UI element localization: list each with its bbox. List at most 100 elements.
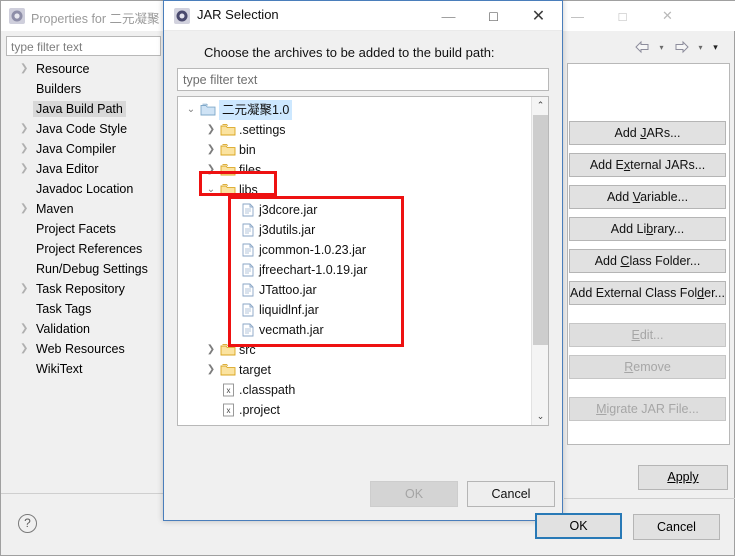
add-external-class-folder-button[interactable]: Add External Class Folder... [569,281,726,305]
sidebar-item-task-repository[interactable]: ❯ Task Repository [6,279,161,299]
tree-item-files[interactable]: ❯ files [178,160,530,180]
sidebar-item-validation[interactable]: ❯ Validation [6,319,161,339]
chevron-right-icon[interactable]: ❯ [204,340,218,360]
add-jars-button[interactable]: Add JARs... [569,121,726,145]
chevron-right-icon[interactable]: ❯ [20,279,32,299]
xml-file-icon: x [222,383,238,397]
tree-item-label: vecmath.jar [259,323,324,337]
tree-item-jar[interactable]: jcommon-1.0.23.jar [178,240,530,260]
sidebar-item-java-code-style[interactable]: ❯ Java Code Style [6,119,161,139]
jar-file-icon [241,303,257,317]
forward-arrow-icon[interactable] [670,36,692,58]
chevron-right-icon[interactable]: ❯ [204,160,218,180]
add-variable-button[interactable]: Add Variable... [569,185,726,209]
tree-item-jar[interactable]: vecmath.jar [178,320,530,340]
sidebar-item-builders[interactable]: Builders [6,79,161,99]
sidebar-item-java-compiler[interactable]: ❯ Java Compiler [6,139,161,159]
jar-selection-dialog: JAR Selection — □ ✕ Choose the archives … [163,0,563,521]
folder-icon [220,343,236,357]
sidebar-item-task-tags[interactable]: Task Tags [6,299,161,319]
jar-filter-input[interactable]: type filter text [177,68,549,91]
properties-maximize-button[interactable]: □ [600,1,645,31]
sidebar-item-web-resources[interactable]: ❯ Web Resources [6,339,161,359]
jar-dialog-minimize-button[interactable]: — [426,1,471,31]
properties-cancel-button[interactable]: Cancel [633,514,720,540]
tree-item-src[interactable]: ❯ src [178,340,530,360]
tree-item-label: bin [239,143,256,157]
svg-text:x: x [227,406,231,415]
tree-item-project[interactable]: ⌄ 二元凝聚1.0 [178,100,530,120]
tree-item-jar[interactable]: j3dcore.jar [178,200,530,220]
help-icon[interactable]: ? [18,514,37,533]
svg-text:x: x [227,386,231,395]
chevron-down-icon[interactable]: ⌄ [204,180,218,200]
sidebar-item-wikitext[interactable]: WikiText [6,359,161,379]
chevron-down-icon[interactable]: ⌄ [184,100,198,120]
chevron-right-icon[interactable]: ❯ [20,139,32,159]
add-library-button[interactable]: Add Library... [569,217,726,241]
button-group-spacer [569,313,726,323]
tree-item-label: target [239,363,271,377]
back-arrow-icon[interactable] [631,36,653,58]
chevron-right-icon[interactable]: ❯ [20,199,32,219]
sidebar-item-java-editor[interactable]: ❯ Java Editor [6,159,161,179]
jar-dialog-ok-button[interactable]: OK [370,481,458,507]
back-dropdown-icon[interactable]: ▾ [655,36,668,58]
tree-item-label: .project [239,403,280,417]
chevron-right-icon[interactable]: ❯ [20,59,32,79]
project-icon [200,103,216,117]
chevron-right-icon[interactable]: ❯ [204,140,218,160]
properties-close-button[interactable]: ✕ [645,1,690,31]
tree-item-jar[interactable]: JTattoo.jar [178,280,530,300]
tree-item-jar[interactable]: liquidlnf.jar [178,300,530,320]
tree-item-libs[interactable]: ⌄ libs [178,180,530,200]
properties-ok-button[interactable]: OK [535,513,622,539]
sidebar-item-label: Task Tags [36,302,92,316]
tree-item-settings[interactable]: ❯ .settings [178,120,530,140]
sidebar-item-label: Task Repository [36,282,125,296]
tree-item-jar[interactable]: j3dutils.jar [178,220,530,240]
sidebar-item-label: Java Code Style [36,122,128,136]
jar-dialog-close-button[interactable]: ✕ [516,1,561,31]
tree-item-bin[interactable]: ❯ bin [178,140,530,160]
tree-item-label: liquidlnf.jar [259,303,319,317]
chevron-right-icon[interactable]: ❯ [204,120,218,140]
sidebar-item-javadoc-location[interactable]: Javadoc Location [6,179,161,199]
scrollbar-thumb[interactable] [533,115,548,345]
add-external-jars-button[interactable]: Add External JARs... [569,153,726,177]
tree-item-project-file[interactable]: x .project [178,400,530,420]
migrate-jar-file-button[interactable]: Migrate JAR File... [569,397,726,421]
add-class-folder-button[interactable]: Add Class Folder... [569,249,726,273]
sidebar-item-maven[interactable]: ❯ Maven [6,199,161,219]
scroll-up-icon[interactable]: ⌃ [532,97,548,114]
chevron-right-icon[interactable]: ❯ [20,119,32,139]
chevron-right-icon[interactable]: ❯ [20,339,32,359]
apply-button[interactable]: Apply [638,465,728,490]
sidebar-item-label: Java Build Path [33,101,126,117]
toolbar-overflow-icon[interactable]: ▾ [709,36,722,58]
folder-icon [220,123,236,137]
chevron-right-icon[interactable]: ❯ [20,319,32,339]
sidebar-item-resource[interactable]: ❯ Resource [6,59,161,79]
chevron-right-icon[interactable]: ❯ [204,360,218,380]
jar-tree-scrollbar[interactable]: ⌃ ⌄ [531,97,548,425]
sidebar-item-label: Java Compiler [36,142,116,156]
properties-filter-input[interactable]: type filter text [6,36,161,56]
scroll-down-icon[interactable]: ⌄ [532,408,548,425]
tree-item-target[interactable]: ❯ target [178,360,530,380]
sidebar-item-project-references[interactable]: Project References [6,239,161,259]
chevron-right-icon[interactable]: ❯ [20,159,32,179]
sidebar-item-run-debug-settings[interactable]: Run/Debug Settings [6,259,161,279]
jar-dialog-title: JAR Selection [197,7,279,22]
edit-button[interactable]: Edit... [569,323,726,347]
tree-item-jar[interactable]: jfreechart-1.0.19.jar [178,260,530,280]
tree-item-classpath[interactable]: x .classpath [178,380,530,400]
sidebar-item-java-build-path[interactable]: Java Build Path [6,99,161,119]
remove-button[interactable]: Remove [569,355,726,379]
jar-dialog-cancel-button[interactable]: Cancel [467,481,555,507]
sidebar-item-project-facets[interactable]: Project Facets [6,219,161,239]
forward-dropdown-icon[interactable]: ▾ [694,36,707,58]
jar-resource-tree[interactable]: ⌄ 二元凝聚1.0 ❯ .settings ❯ bin ❯ files ⌄ li… [177,96,549,426]
properties-category-tree[interactable]: ❯ Resource Builders Java Build Path ❯ Ja… [6,59,161,491]
jar-dialog-maximize-button[interactable]: □ [471,1,516,31]
